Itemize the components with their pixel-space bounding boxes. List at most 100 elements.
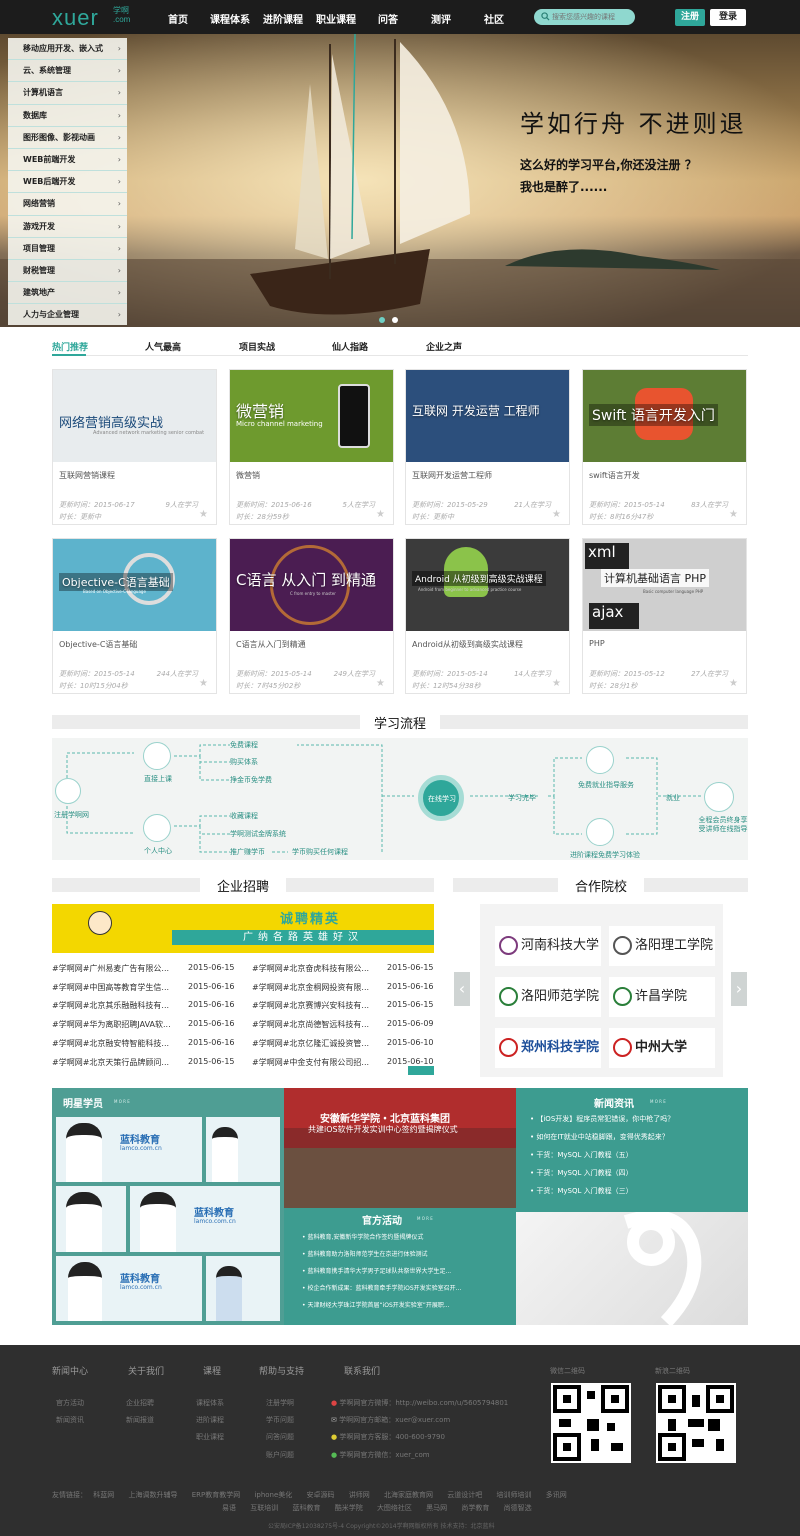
footer-link[interactable]: 新闻报道 bbox=[126, 1415, 154, 1425]
tab-enterprise[interactable]: 企业之声 bbox=[426, 340, 462, 353]
nav-qa[interactable]: 问答 bbox=[378, 11, 398, 26]
friend-link[interactable]: 北海家庭教育网 bbox=[384, 1491, 433, 1499]
activity-item[interactable]: • 蓝科教育携手清华大学男子足球队共祭世界大学生足... bbox=[302, 1266, 451, 1275]
course-name[interactable]: Android从初级到高级实战课程 bbox=[412, 639, 523, 650]
star-icon[interactable]: ★ bbox=[199, 678, 208, 689]
course-card[interactable]: Android 从初级到高级实战课程 Android from beginner … bbox=[405, 538, 570, 694]
chevron-right-icon[interactable]: › bbox=[731, 972, 747, 1006]
school-card[interactable]: 洛阳师范学院 bbox=[495, 977, 601, 1017]
student-photo[interactable]: 蓝科教育 lamco.com.cn bbox=[56, 1117, 202, 1182]
course-card[interactable]: 微营销 Micro channel marketing 微营销 更新时间：2015… bbox=[229, 369, 394, 525]
search-input[interactable] bbox=[552, 10, 632, 24]
friend-link[interactable]: iphone美化 bbox=[254, 1491, 292, 1499]
job-item[interactable]: #学啊网#北京天策行品牌顾问... bbox=[52, 1057, 169, 1068]
friend-link[interactable]: 黑马网 bbox=[426, 1504, 447, 1512]
footer-link[interactable]: 问答问题 bbox=[266, 1432, 294, 1442]
login-button[interactable]: 登录 bbox=[710, 9, 746, 26]
nav-course-system[interactable]: 课程体系 bbox=[210, 11, 250, 26]
footer-link[interactable]: 课程体系 bbox=[196, 1398, 224, 1408]
course-card[interactable]: Objective-C语言基础 Based on Objective-C lang… bbox=[52, 538, 217, 694]
nav-test[interactable]: 测评 bbox=[431, 11, 451, 26]
sidebar-item-project[interactable]: 项目管理 › bbox=[8, 238, 127, 260]
tab-guide[interactable]: 仙人指路 bbox=[332, 340, 368, 353]
sidebar-item-language[interactable]: 计算机语言 › bbox=[8, 82, 127, 105]
news-item[interactable]: • 如何在IT就业中站稳脚跟，变得优秀起来？ bbox=[530, 1132, 669, 1142]
friend-link[interactable]: 蓝科教育 bbox=[292, 1504, 320, 1512]
course-name[interactable]: PHP bbox=[589, 639, 605, 648]
register-button[interactable]: 注册 bbox=[675, 9, 705, 26]
friend-link[interactable]: 互联培训 bbox=[250, 1504, 278, 1512]
weibo-contact[interactable]: ● 学啊网官方微博：http://weibo.com/u/5605794801 bbox=[331, 1398, 508, 1408]
job-item[interactable]: #学啊网#北京尚德智远科技有... bbox=[252, 1019, 369, 1030]
school-card[interactable]: 中州大学 bbox=[609, 1028, 715, 1068]
friend-link[interactable]: 讲师网 bbox=[349, 1491, 370, 1499]
sidebar-item-finance[interactable]: 财税管理 › bbox=[8, 260, 127, 283]
footer-head-contact[interactable]: 联系我们 bbox=[344, 1364, 380, 1377]
course-name[interactable]: 微营销 bbox=[236, 470, 260, 481]
sidebar-item-graphics[interactable]: 图形图像、影视动画 › bbox=[8, 127, 127, 149]
news-item[interactable]: • 干货：MySQL 入门教程（四） bbox=[530, 1168, 633, 1178]
wechat-contact[interactable]: ● 学啊网官方微信：xuer_com bbox=[331, 1450, 430, 1460]
course-name[interactable]: swift语言开发 bbox=[589, 470, 640, 481]
activities-more[interactable]: M O R E bbox=[417, 1216, 433, 1221]
course-name[interactable]: C语言从入门到精通 bbox=[236, 639, 306, 650]
course-name[interactable]: 互联网开发运营工程师 bbox=[412, 470, 492, 481]
star-students-more[interactable]: M O R E bbox=[114, 1099, 130, 1104]
news-item[interactable]: • 【iOS开发】程序员常犯错误，你中枪了吗？ bbox=[530, 1114, 674, 1124]
key-icon[interactable] bbox=[704, 782, 734, 812]
job-item[interactable]: #学啊网#广州易麦广告有限公... bbox=[52, 963, 169, 974]
footer-link[interactable]: 注册学啊 bbox=[266, 1398, 294, 1408]
school-card[interactable]: 许昌学院 bbox=[609, 977, 715, 1017]
activity-item[interactable]: • 天津财经大学珠江学院首届“iOS开发实验室”开展职... bbox=[302, 1300, 450, 1309]
friend-link[interactable]: 云道设计吧 bbox=[447, 1491, 482, 1499]
job-item[interactable]: #学啊网#北京赛博兴安科技有... bbox=[252, 1000, 369, 1011]
footer-head-courses[interactable]: 课程 bbox=[203, 1364, 221, 1377]
friend-link[interactable]: 科蓝网 bbox=[93, 1491, 114, 1499]
activity-item[interactable]: • 蓝科教育助力洛阳师范学生在京进行体验测试 bbox=[302, 1249, 427, 1258]
job-item[interactable]: #学啊网#北京金桐网投资有限... bbox=[252, 982, 369, 993]
sidebar-item-web-frontend[interactable]: WEB前端开发 › bbox=[8, 149, 127, 172]
footer-link[interactable]: 企业招聘 bbox=[126, 1398, 154, 1408]
footer-link[interactable]: 新闻资讯 bbox=[56, 1415, 84, 1425]
user-center-icon[interactable] bbox=[143, 814, 171, 842]
sidebar-item-mobile[interactable]: 移动应用开发、嵌入式 › bbox=[8, 38, 127, 61]
footer-head-about[interactable]: 关于我们 bbox=[128, 1364, 164, 1377]
nav-home[interactable]: 首页 bbox=[168, 11, 188, 26]
news-item[interactable]: • 干货：MySQL 入门教程（五） bbox=[530, 1150, 633, 1160]
star-icon[interactable]: ★ bbox=[729, 509, 738, 520]
sidebar-item-cloud[interactable]: 云、系统管理 › bbox=[8, 60, 127, 83]
job-item[interactable]: #学啊网#中金支付有限公司招... bbox=[252, 1057, 369, 1068]
star-icon[interactable]: ★ bbox=[199, 509, 208, 520]
footer-link[interactable]: 学币问题 bbox=[266, 1415, 294, 1425]
sidebar-item-games[interactable]: 游戏开发 › bbox=[8, 216, 127, 238]
sidebar-item-database[interactable]: 数据库 › bbox=[8, 105, 127, 127]
news-more[interactable]: M O R E bbox=[650, 1099, 666, 1104]
tab-projects[interactable]: 项目实战 bbox=[239, 340, 275, 353]
nav-career[interactable]: 职业课程 bbox=[316, 11, 356, 26]
nav-community[interactable]: 社区 bbox=[484, 11, 504, 26]
footer-link[interactable]: 进阶课程 bbox=[196, 1415, 224, 1425]
job-item[interactable]: #学啊网#北京奋虎科技有限公... bbox=[252, 963, 369, 974]
student-photo[interactable]: 蓝科教育 lamco.com.cn bbox=[56, 1256, 202, 1321]
certificate-icon[interactable] bbox=[586, 818, 614, 846]
nav-advanced[interactable]: 进阶课程 bbox=[263, 11, 303, 26]
footer-link[interactable]: 账户问题 bbox=[266, 1450, 294, 1460]
friend-link[interactable]: ERP教育教学网 bbox=[192, 1491, 241, 1499]
student-photo[interactable] bbox=[206, 1117, 280, 1182]
star-icon[interactable]: ★ bbox=[552, 678, 561, 689]
footer-link[interactable]: 职业课程 bbox=[196, 1432, 224, 1442]
student-photo[interactable] bbox=[56, 1186, 126, 1252]
star-icon[interactable]: ★ bbox=[552, 509, 561, 520]
recruit-banner[interactable]: 诚聘精英 广纳各路英雄好汉 bbox=[52, 904, 434, 953]
sidebar-item-marketing[interactable]: 网络营销 › bbox=[8, 193, 127, 216]
phone-contact[interactable]: ● 学啊网官方客服：400-600-9790 bbox=[331, 1432, 445, 1442]
school-card[interactable]: 洛阳理工学院 bbox=[609, 926, 715, 966]
tab-popular[interactable]: 人气最高 bbox=[145, 340, 181, 353]
pen-icon[interactable] bbox=[143, 742, 171, 770]
school-card[interactable]: 郑州科技学院 bbox=[495, 1028, 601, 1068]
event-photo[interactable]: 安徽新华学院・北京蓝科集团 共建iOS软件开发实训中心签约暨揭牌仪式 bbox=[284, 1088, 516, 1208]
user-register-icon[interactable] bbox=[55, 778, 81, 804]
course-card[interactable]: 网络营销高级实战 Advanced network marketing senio… bbox=[52, 369, 217, 525]
friend-link[interactable]: 尚学教育 bbox=[461, 1504, 489, 1512]
logo[interactable]: xuer bbox=[52, 5, 99, 31]
